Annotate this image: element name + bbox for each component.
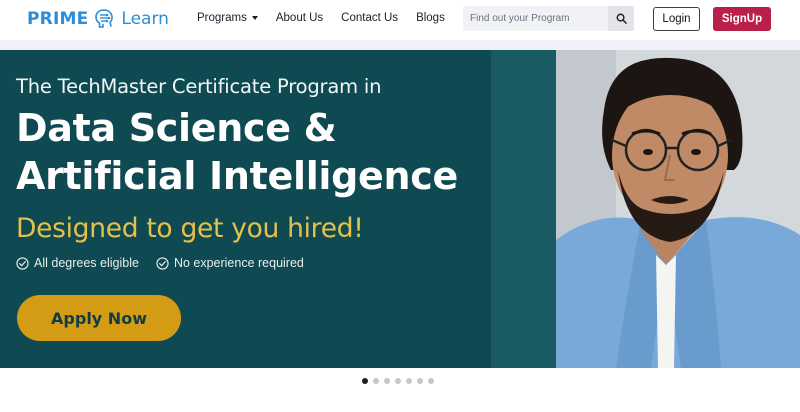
brand-name-suffix: Learn	[121, 9, 169, 29]
brand-logo[interactable]: PRIME Learn	[27, 6, 169, 32]
hero-portrait-image	[556, 50, 800, 368]
hero-subtitle: Designed to get you hired!	[16, 213, 364, 244]
search-bar	[463, 6, 634, 31]
hero-title-line1: Data Science &	[16, 106, 337, 150]
hero-title: Data Science & Artificial Intelligence	[16, 104, 458, 200]
carousel-dot[interactable]	[406, 378, 412, 384]
carousel-dot[interactable]	[362, 378, 368, 384]
hero-banner: The TechMaster Certificate Program in Da…	[0, 50, 800, 368]
hero-title-line2: Artificial Intelligence	[16, 154, 458, 198]
check-circle-icon	[156, 256, 169, 270]
signup-button[interactable]: SignUp	[713, 7, 771, 31]
login-button[interactable]: Login	[653, 7, 700, 31]
brain-circuit-icon	[95, 9, 114, 28]
carousel-dot[interactable]	[417, 378, 423, 384]
hero-features: All degrees eligible No experience requi…	[16, 256, 321, 270]
hero-accent-band	[491, 50, 556, 368]
brand-name-prefix: PRIME	[27, 9, 89, 29]
hero-kicker: The TechMaster Certificate Program in	[16, 75, 382, 98]
feature-item: All degrees eligible	[16, 256, 139, 270]
nav-about-us[interactable]: About Us	[276, 12, 323, 24]
feature-label: No experience required	[173, 256, 304, 270]
chevron-down-icon	[251, 16, 258, 20]
nav-blogs[interactable]: Blogs	[416, 12, 445, 24]
feature-label: All degrees eligible	[34, 256, 139, 270]
carousel-dot[interactable]	[384, 378, 390, 384]
carousel-dot[interactable]	[395, 378, 401, 384]
man-with-glasses-portrait	[556, 50, 800, 368]
navbar: PRIME Learn Programs About Us Contact Us…	[0, 0, 800, 40]
carousel-indicators	[362, 378, 439, 384]
nav-programs[interactable]: Programs	[197, 12, 258, 24]
feature-item: No experience required	[156, 256, 304, 270]
search-button[interactable]	[608, 6, 634, 31]
search-input[interactable]	[463, 6, 608, 31]
apply-now-button[interactable]: Apply Now	[17, 295, 181, 341]
carousel-dot[interactable]	[373, 378, 379, 384]
search-icon	[616, 13, 627, 24]
main-nav: Programs About Us Contact Us Blogs	[197, 12, 445, 24]
nav-contact-us[interactable]: Contact Us	[341, 12, 398, 24]
carousel-dot[interactable]	[428, 378, 434, 384]
check-circle-icon	[16, 256, 29, 270]
hero-top-strip	[0, 40, 800, 50]
nav-programs-label: Programs	[197, 12, 247, 24]
